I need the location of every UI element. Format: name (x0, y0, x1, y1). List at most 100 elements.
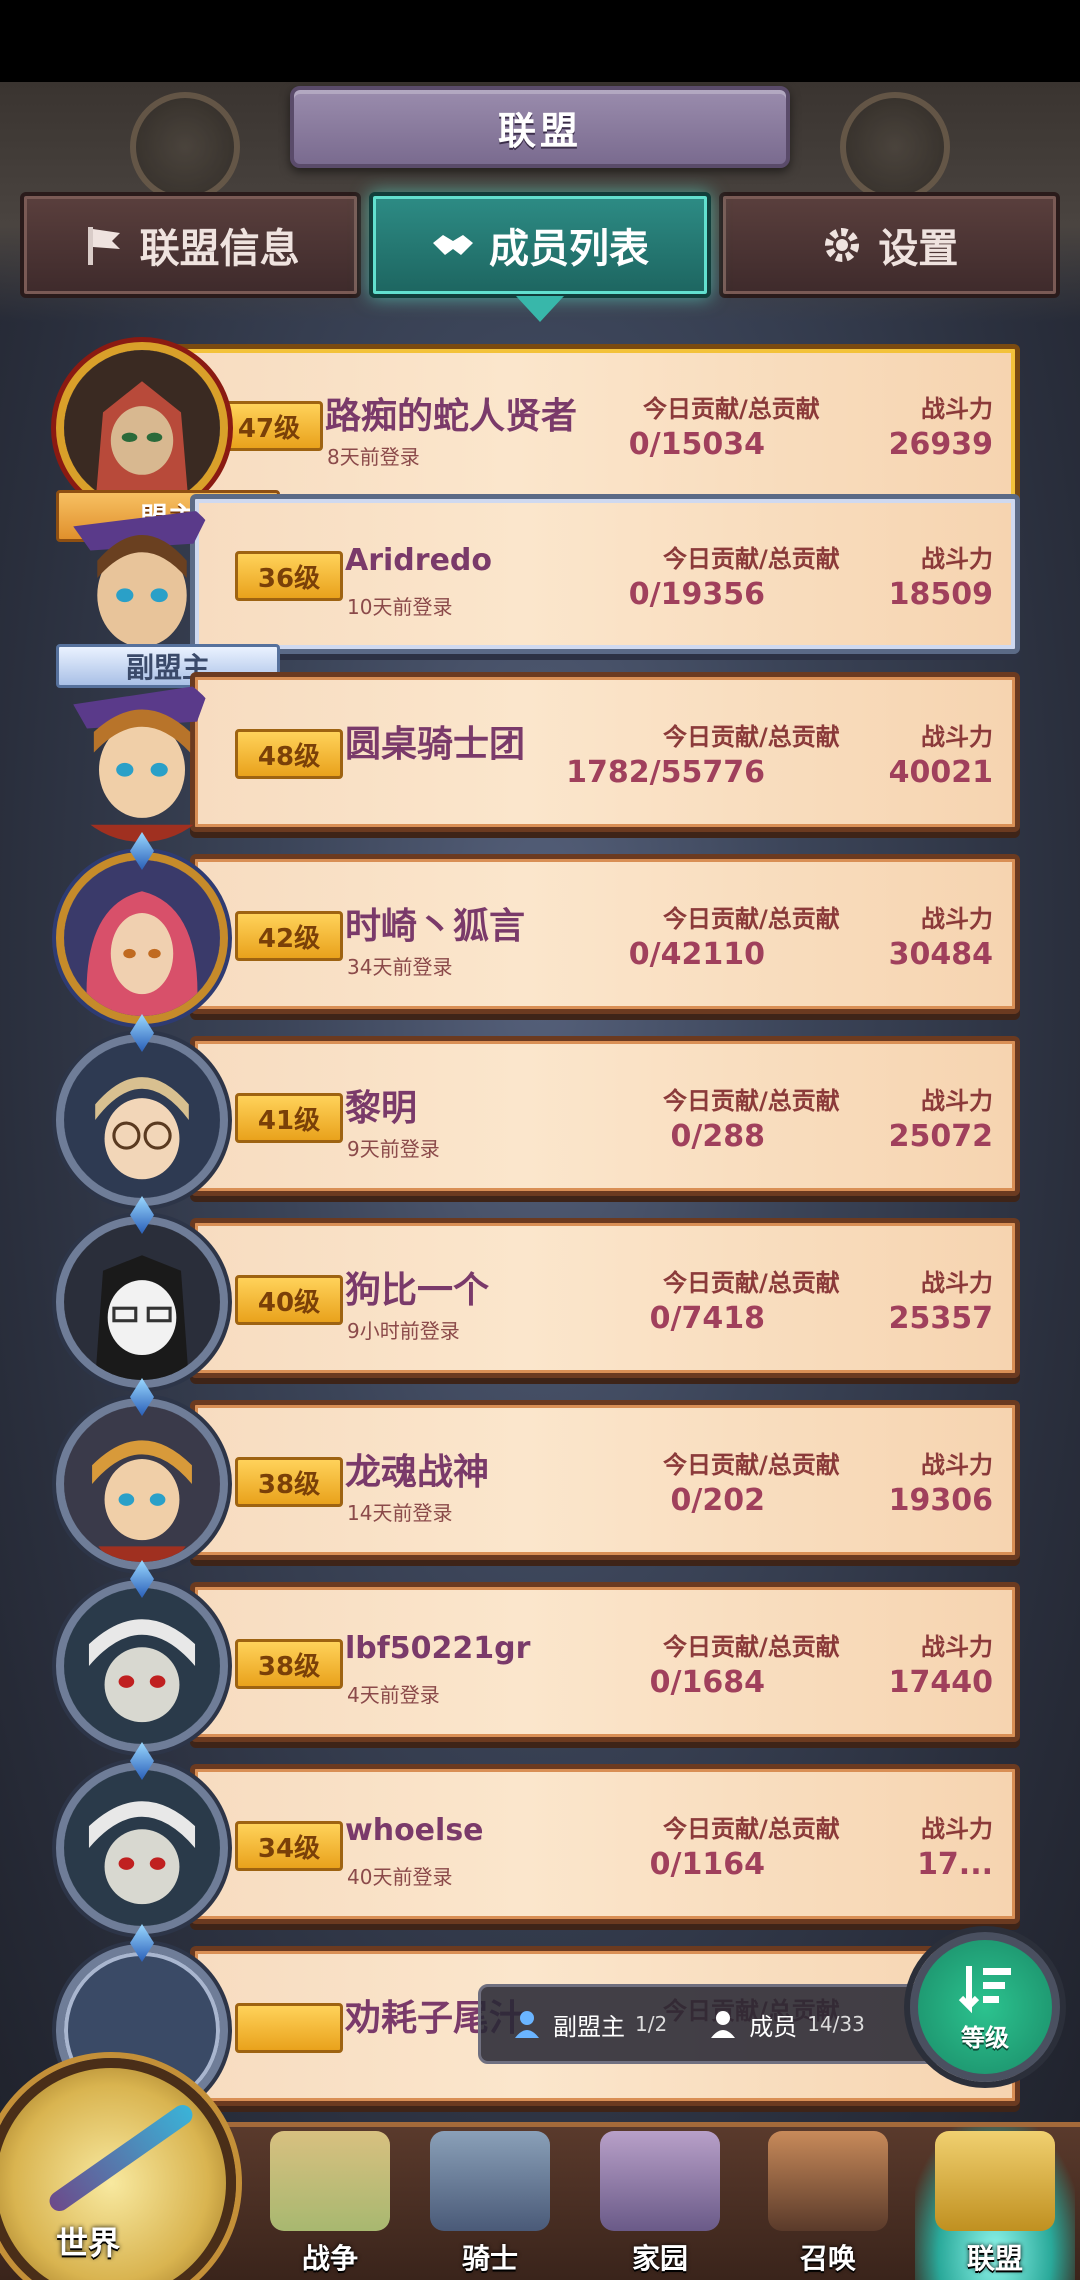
member-count-panel: 副盟主 1/2 成员 14/33 (478, 1984, 948, 2064)
sort-label: 等级 (961, 2023, 1009, 2052)
member-name: lbf50221gr (345, 1631, 531, 1666)
last-login: 9天前登录 (347, 1137, 440, 1161)
person-icon (711, 2011, 736, 2038)
alliance-screen: 联盟 联盟信息 成员列表 设置 47级 路痴的蛇人贤者 8天前登录 今日贡献/总… (0, 82, 1080, 2280)
member-card: 42级 时崎丶狐言 34天前登录 今日贡献/总贡献 0/42110 战斗力 30… (190, 854, 1020, 1014)
member-label: 成员 (749, 2012, 798, 2041)
tab-label: 联盟信息 (139, 226, 300, 272)
avatar[interactable] (56, 1398, 228, 1570)
tab-settings[interactable]: 设置 (718, 192, 1060, 298)
member-name: whoelse (345, 1813, 484, 1848)
knight-icon (430, 2131, 550, 2231)
page-title: 联盟 (497, 108, 582, 153)
contribution-value: 0/15034 (628, 427, 765, 462)
avatar[interactable] (56, 1034, 228, 1206)
contribution-value: 0/42110 (628, 937, 765, 972)
avatar[interactable] (56, 342, 228, 514)
level-badge: 38级 (235, 1639, 343, 1689)
power-label: 战斗力 (921, 1451, 993, 1479)
member-row[interactable]: 34级 whoelse 40天前登录 今日贡献/总贡献 0/1164 战斗力 1… (0, 1742, 1080, 1934)
last-login: 4天前登录 (347, 1683, 440, 1707)
contribution-value: 0/202 (670, 1483, 765, 1518)
nav-home[interactable]: 家园 (580, 2127, 740, 2280)
last-login: 8天前登录 (327, 445, 420, 469)
avatar-portrait (64, 350, 220, 506)
avatar[interactable] (56, 670, 228, 842)
level-badge: 34级 (235, 1821, 343, 1871)
nav-label: 骑士 (461, 2242, 518, 2275)
sort-icon (958, 1965, 1011, 2013)
gear-icon (825, 228, 860, 262)
power-label: 战斗力 (921, 1087, 993, 1115)
member-row[interactable]: 41级 黎明 9天前登录 今日贡献/总贡献 0/288 战斗力 25072 (0, 1014, 1080, 1206)
contribution-value: 0/7418 (649, 1301, 765, 1336)
member-row[interactable]: 40级 狗比一个 9小时前登录 今日贡献/总贡献 0/7418 战斗力 2535… (0, 1196, 1080, 1388)
house-icon (600, 2131, 720, 2231)
tab-alliance-info[interactable]: 联盟信息 (20, 192, 362, 298)
member-card: 40级 狗比一个 9小时前登录 今日贡献/总贡献 0/7418 战斗力 2535… (190, 1218, 1020, 1378)
level-badge: 42级 (235, 911, 343, 961)
contribution-label: 今日贡献/总贡献 (663, 1269, 840, 1297)
nav-summon[interactable]: 召唤 (748, 2127, 908, 2280)
power-value: 19306 (888, 1483, 993, 1518)
clock-decoration-right (840, 92, 950, 202)
member-name: Aridredo (345, 543, 492, 578)
member-name: 圆桌骑士团 (345, 724, 526, 765)
member-name: 龙魂战神 (345, 1452, 490, 1493)
contribution-value: 0/288 (670, 1119, 765, 1154)
level-badge: 36级 (235, 551, 343, 601)
contribution-label: 今日贡献/总贡献 (663, 1451, 840, 1479)
power-value: 25072 (888, 1119, 993, 1154)
nav-war[interactable]: 战争 (250, 2127, 410, 2280)
power-label: 战斗力 (921, 1633, 993, 1661)
member-name: 狗比一个 (345, 1270, 490, 1311)
member-card: 48级 圆桌骑士团 今日贡献/总贡献 1782/55776 战斗力 40021 (190, 672, 1020, 832)
contribution-value: 0/1684 (649, 1665, 765, 1700)
member-row[interactable]: 42级 时崎丶狐言 34天前登录 今日贡献/总贡献 0/42110 战斗力 30… (0, 832, 1080, 1024)
contribution-label: 今日贡献/总贡献 (643, 395, 820, 423)
member-row[interactable]: 48级 圆桌骑士团 今日贡献/总贡献 1782/55776 战斗力 40021 (0, 672, 1080, 842)
member-name: 黎明 (345, 1088, 418, 1129)
member-row[interactable]: 36级 Aridredo 10天前登录 今日贡献/总贡献 0/19356 战斗力… (0, 492, 1080, 688)
member-row[interactable]: 38级 龙魂战神 14天前登录 今日贡献/总贡献 0/202 战斗力 19306 (0, 1378, 1080, 1570)
last-login: 40天前登录 (347, 1865, 453, 1889)
avatar[interactable] (56, 1580, 228, 1752)
contribution-label: 今日贡献/总贡献 (663, 905, 840, 933)
member-card: 36级 Aridredo 10天前登录 今日贡献/总贡献 0/19356 战斗力… (190, 494, 1020, 654)
level-badge: 41级 (235, 1093, 343, 1143)
handshake-icon (432, 235, 473, 255)
status-bar (0, 0, 1080, 82)
contribution-label: 今日贡献/总贡献 (663, 545, 840, 573)
avatar-portrait (64, 1224, 220, 1380)
tab-label: 成员列表 (488, 226, 649, 272)
power-label: 战斗力 (921, 1269, 993, 1297)
avatar-portrait (64, 1406, 220, 1562)
vice-label: 副盟主 (553, 2012, 625, 2041)
contribution-label: 今日贡献/总贡献 (663, 1087, 840, 1115)
power-value: 30484 (888, 937, 993, 972)
avatar[interactable] (56, 1216, 228, 1388)
member-card: 41级 黎明 9天前登录 今日贡献/总贡献 0/288 战斗力 25072 (190, 1036, 1020, 1196)
last-login: 9小时前登录 (347, 1319, 460, 1343)
avatar[interactable] (56, 852, 228, 1024)
sort-by-level-button[interactable]: 等级 (910, 1932, 1060, 2082)
power-label: 战斗力 (921, 723, 993, 751)
contribution-value: 0/1164 (649, 1847, 765, 1882)
member-row[interactable]: 47级 路痴的蛇人贤者 8天前登录 今日贡献/总贡献 0/15034 战斗力 2… (0, 342, 1080, 542)
nav-alliance[interactable]: 联盟 (915, 2127, 1075, 2280)
vice-count: 1/2 (635, 2012, 668, 2036)
tab-member-list[interactable]: 成员列表 (369, 192, 711, 322)
member-name: 时崎丶狐言 (345, 906, 526, 947)
member-row[interactable]: 38级 lbf50221gr 4天前登录 今日贡献/总贡献 0/1684 战斗力… (0, 1560, 1080, 1752)
avatar[interactable] (56, 1762, 228, 1934)
nav-label: 联盟 (966, 2242, 1023, 2275)
level-badge: 47级 (215, 401, 323, 451)
nav-knight[interactable]: 骑士 (410, 2127, 570, 2280)
power-label: 战斗力 (921, 1815, 993, 1843)
contribution-label: 今日贡献/总贡献 (663, 1633, 840, 1661)
level-badge (235, 2003, 343, 2053)
nav-label: 召唤 (799, 2242, 856, 2275)
tab-bar: 联盟信息 成员列表 设置 (20, 192, 1060, 322)
avatar[interactable] (56, 492, 228, 664)
contribution-value: 0/19356 (628, 577, 765, 612)
